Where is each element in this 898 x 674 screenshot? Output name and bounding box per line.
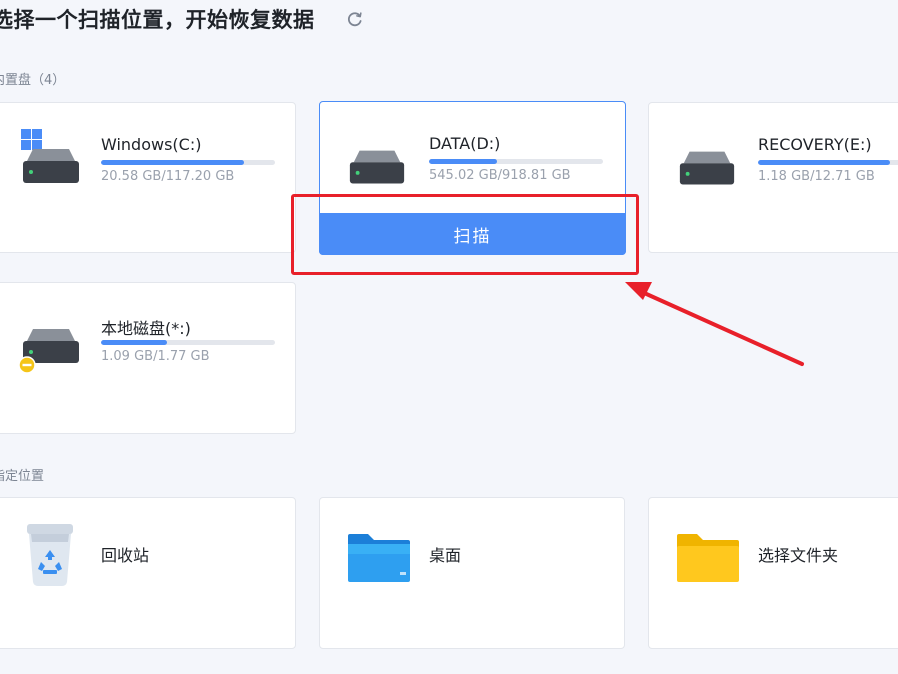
drive-name: RECOVERY(E:) <box>758 135 872 154</box>
drive-usage-bar <box>101 340 275 345</box>
drive-card-local[interactable]: 本地磁盘(*:) 1.09 GB/1.77 GB <box>0 282 296 434</box>
drive-size: 545.02 GB/918.81 GB <box>429 168 571 183</box>
hard-drive-icon <box>18 329 79 374</box>
location-card-desktop[interactable]: 桌面 <box>319 497 625 649</box>
location-name: 桌面 <box>429 546 462 565</box>
location-card-recycle-bin[interactable]: 回收站 <box>0 497 296 649</box>
location-name: 回收站 <box>101 546 150 565</box>
drive-usage-fill <box>758 160 890 165</box>
hard-drive-icon <box>679 151 735 185</box>
folder-icon <box>677 534 739 582</box>
drive-card-d[interactable]: DATA(D:) 545.02 GB/918.81 GB 扫描 <box>319 101 626 255</box>
drive-name: DATA(D:) <box>429 134 501 153</box>
drive-name: Windows(C:) <box>101 135 202 154</box>
drive-size: 1.18 GB/12.71 GB <box>758 169 875 184</box>
drive-size: 20.58 GB/117.20 GB <box>101 169 235 184</box>
drive-usage-fill <box>429 159 497 164</box>
drive-usage-fill <box>101 340 168 345</box>
drive-usage-bar <box>101 160 275 165</box>
hard-drive-icon <box>21 129 79 183</box>
drive-name: 本地磁盘(*:) <box>101 319 191 338</box>
desktop-folder-icon <box>348 534 410 582</box>
drive-size: 1.09 GB/1.77 GB <box>101 349 210 364</box>
location-card-choose-folder[interactable]: 选择文件夹 <box>648 497 898 649</box>
drive-card-c[interactable]: Windows(C:) 20.58 GB/117.20 GB <box>0 102 296 253</box>
specified-location-label: 指定位置 <box>0 469 45 484</box>
hard-drive-icon <box>349 150 405 184</box>
refresh-icon[interactable] <box>345 9 365 29</box>
scan-button[interactable]: 扫描 <box>319 213 626 255</box>
internal-disks-label: 内置盘（4） <box>0 73 66 88</box>
drive-usage-fill <box>101 160 244 165</box>
recycle-bin-icon <box>27 524 73 586</box>
drive-usage-bar <box>429 159 603 164</box>
page-title: 选择一个扫描位置，开始恢复数据 <box>0 8 315 32</box>
drive-card-e[interactable]: RECOVERY(E:) 1.18 GB/12.71 GB <box>648 102 898 253</box>
location-name: 选择文件夹 <box>758 546 839 565</box>
drive-usage-bar <box>758 160 898 165</box>
